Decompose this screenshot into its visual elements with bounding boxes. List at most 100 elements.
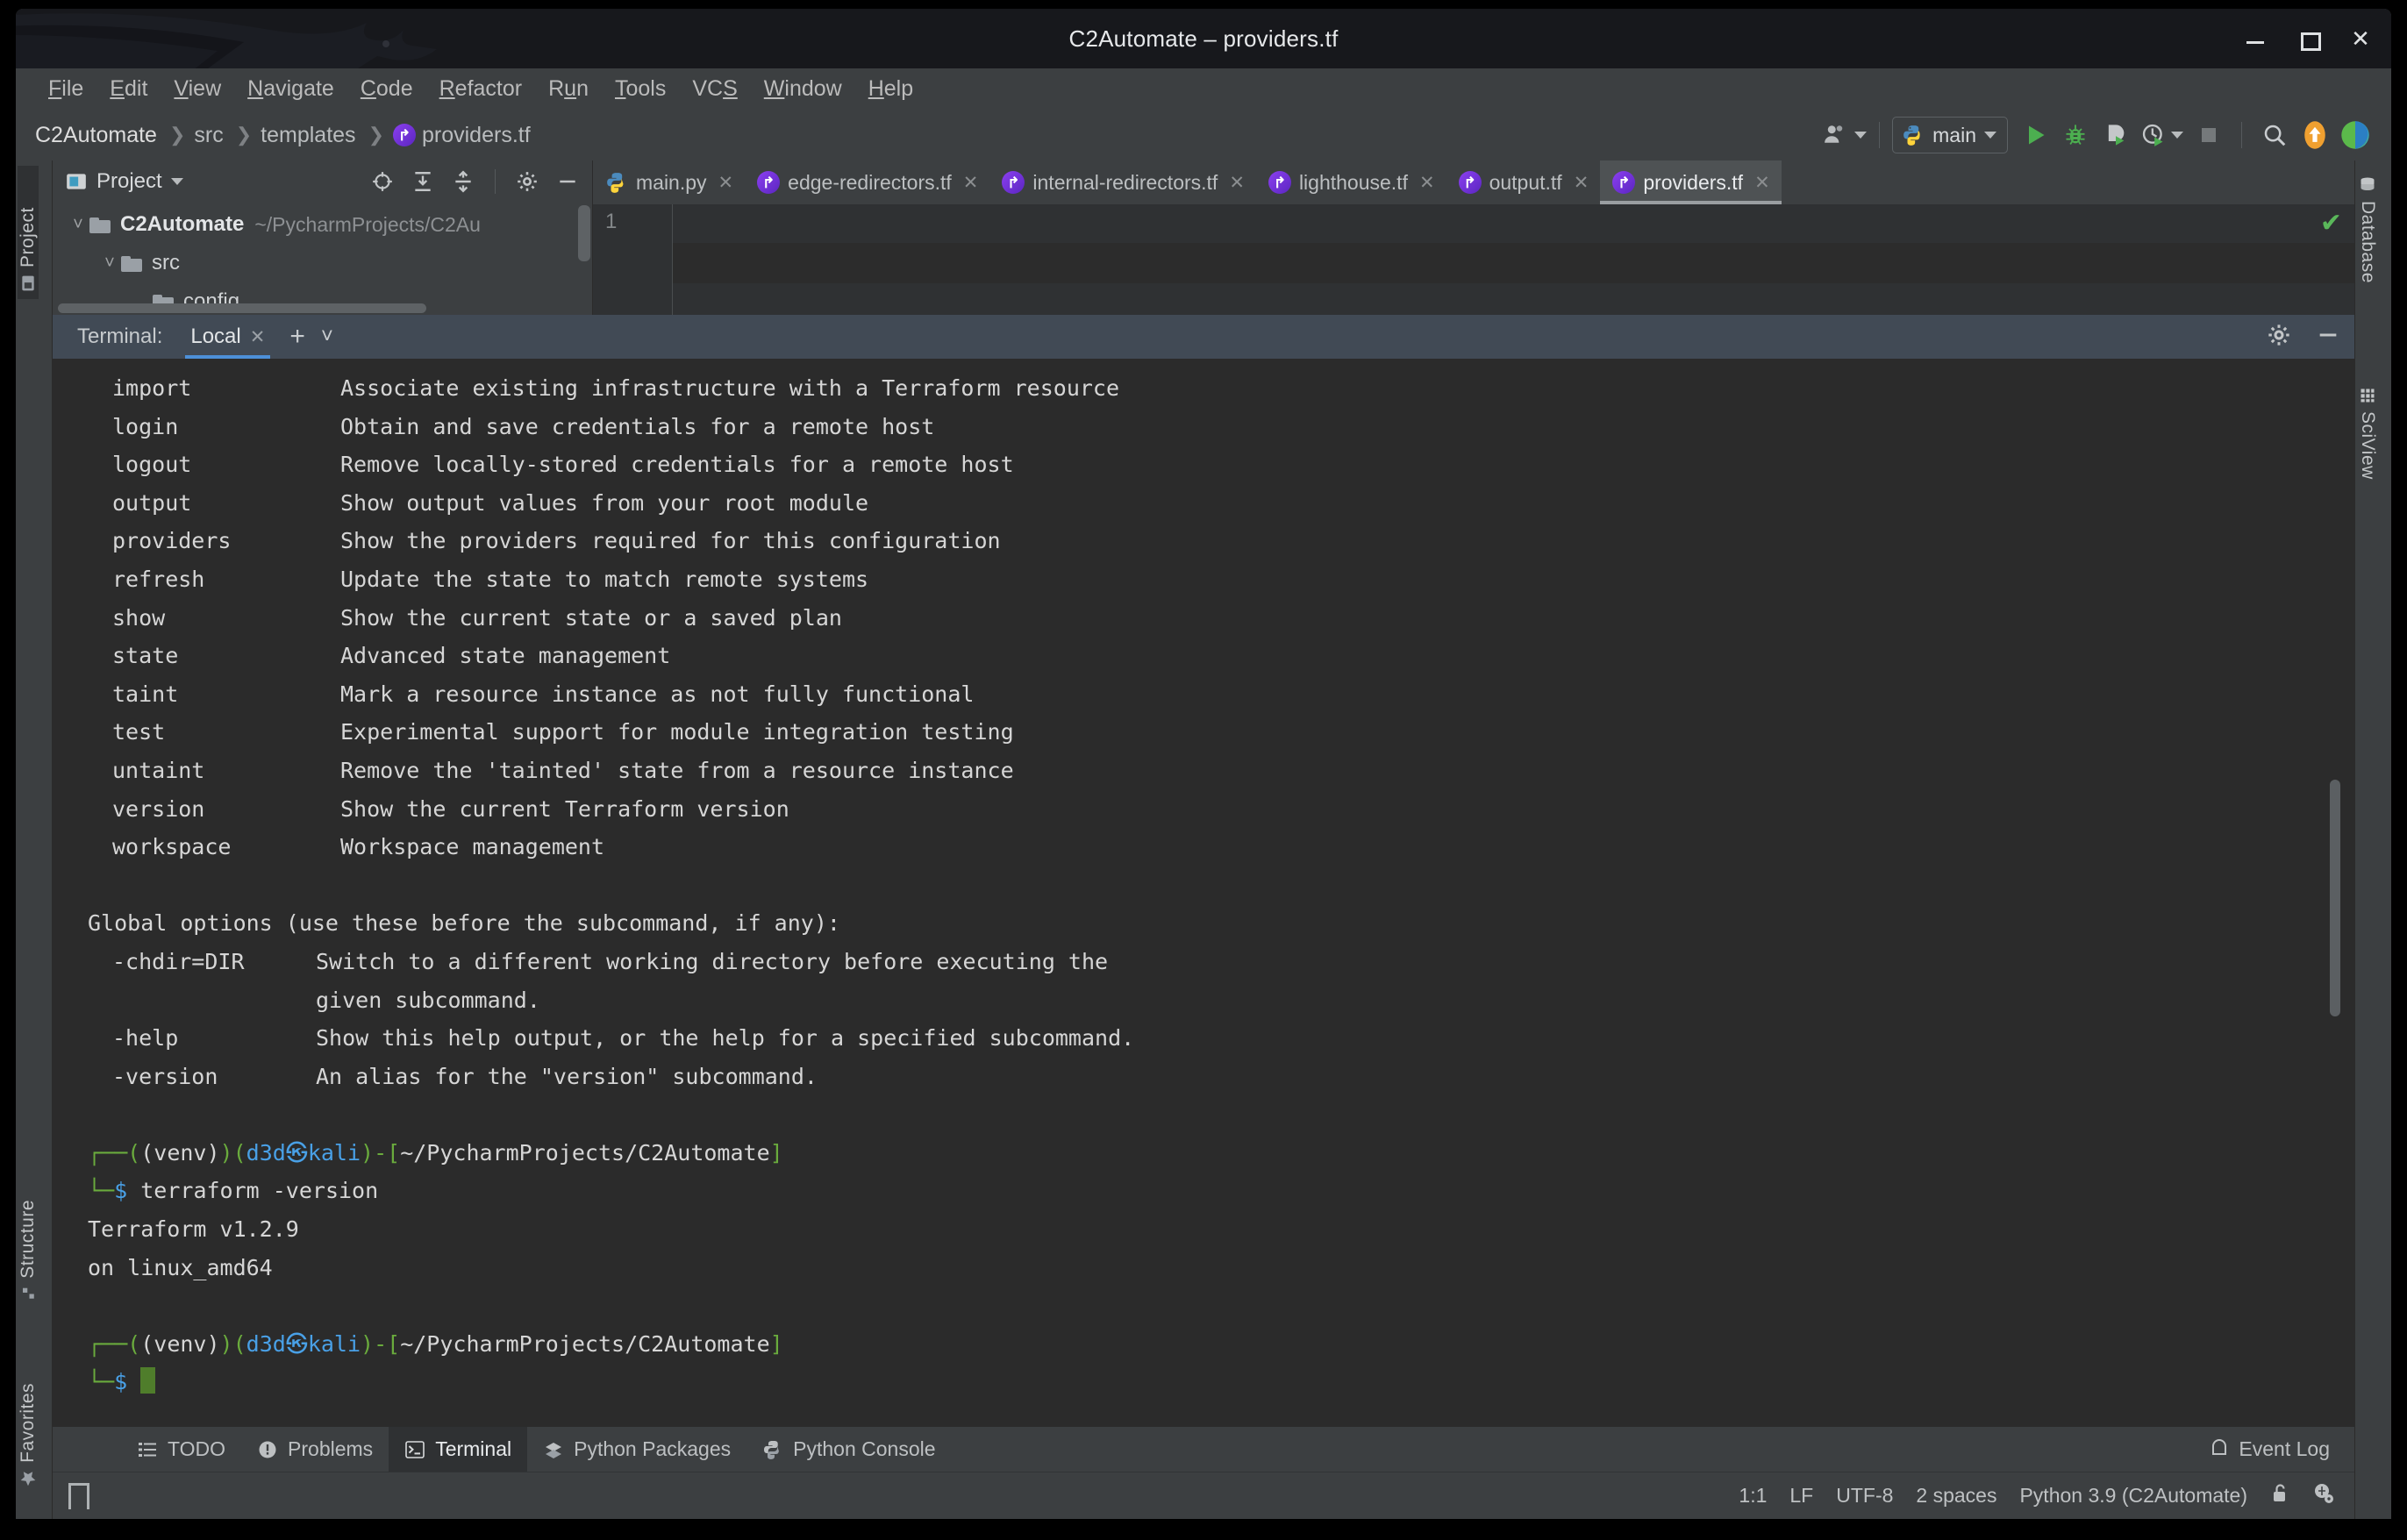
chevron-down-icon[interactable]: ˅ [321, 324, 333, 349]
tree-node-src[interactable]: ˅ src [53, 244, 592, 282]
menu-file[interactable]: File [35, 73, 96, 105]
bottom-tab-todo[interactable]: TODO [121, 1427, 241, 1472]
editor-tab-edge-redirectors[interactable]: ↱ edge-redirectors.tf ✕ [745, 160, 989, 204]
terminal-scrollbar[interactable] [2330, 780, 2340, 1016]
gear-icon[interactable] [2267, 323, 2291, 352]
close-icon[interactable]: ✕ [1754, 172, 1770, 194]
indent-setting[interactable]: 2 spaces [1916, 1484, 1996, 1508]
chevron-down-icon[interactable]: ˅ [67, 215, 89, 235]
file-encoding[interactable]: UTF-8 [1836, 1484, 1893, 1508]
terminal-command-name: workspace [112, 828, 340, 866]
sidebar-item-project[interactable]: Project [18, 166, 39, 299]
maximize-icon[interactable] [2296, 27, 2319, 50]
inspection-gear-icon[interactable] [2312, 1482, 2335, 1510]
sidebar-item-structure[interactable]: Structure [18, 1193, 39, 1308]
menu-help[interactable]: Help [855, 73, 926, 105]
prompt-cwd: ~/PycharmProjects/C2Automate [400, 1331, 769, 1357]
sidebar-item-favorites[interactable]: Favorites [18, 1376, 39, 1494]
editor-tab-lighthouse[interactable]: ↱ lighthouse.tf ✕ [1256, 160, 1446, 204]
prompt-cwd: ~/PycharmProjects/C2Automate [400, 1140, 769, 1166]
sidebar-item-sciview[interactable]: SciView [2357, 380, 2378, 487]
bottom-tab-python-console[interactable]: Python Console [746, 1427, 951, 1472]
close-icon[interactable]: ✕ [250, 326, 266, 348]
locate-icon[interactable] [367, 166, 398, 197]
menu-window[interactable]: Window [751, 73, 855, 105]
run-configuration-selector[interactable]: main [1892, 117, 2008, 153]
line-number: 1 [605, 210, 672, 234]
menu-code[interactable]: Code [347, 73, 426, 105]
menu-tools[interactable]: Tools [602, 73, 679, 105]
menu-edit[interactable]: Edit [96, 73, 161, 105]
prompt-sigil: $ [114, 1178, 127, 1203]
close-icon[interactable]: ✕ [1574, 172, 1589, 194]
workspace-body: Project Structure Favorites Project [16, 160, 2391, 1519]
breadcrumb-item-file[interactable]: providers.tf [422, 123, 534, 148]
expand-all-icon[interactable] [407, 166, 439, 197]
breadcrumb-separator: ❯ [161, 124, 194, 146]
bottom-tab-terminal[interactable]: Terminal [389, 1427, 527, 1472]
editor-tab-providers[interactable]: ↱ providers.tf ✕ [1600, 160, 1781, 204]
close-icon[interactable]: ✕ [1419, 172, 1435, 194]
terminal-command-desc: Associate existing infrastructure with a… [340, 375, 1119, 401]
settings-icon[interactable] [2335, 115, 2375, 155]
editor-tab-internal-redirectors[interactable]: ↱ internal-redirectors.tf ✕ [989, 160, 1256, 204]
minimize-icon[interactable] [2244, 27, 2267, 50]
inspection-status-icon[interactable]: ✔ [2320, 208, 2342, 239]
close-icon[interactable]: ✕ [2349, 27, 2372, 50]
editor-tab-output[interactable]: ↱ output.tf ✕ [1446, 160, 1601, 204]
plus-icon[interactable]: + [289, 322, 305, 352]
search-everywhere-icon[interactable] [2254, 115, 2295, 155]
main-toolbar: main [1822, 110, 2375, 160]
close-icon[interactable]: ✕ [718, 172, 734, 194]
terminal-tab-local[interactable]: Local ✕ [182, 315, 274, 359]
terminal-output[interactable]: importAssociate existing infrastructure … [53, 359, 2354, 1426]
gear-icon[interactable] [511, 166, 543, 197]
bookmark-icon[interactable] [68, 1483, 89, 1509]
minimize-icon[interactable] [2316, 323, 2340, 352]
tree-node-c2automate[interactable]: ˅ C2Automate ~/PycharmProjects/C2Au [53, 205, 592, 244]
sidebar-label-project: Project [18, 207, 39, 267]
bottom-tab-python-packages[interactable]: Python Packages [527, 1427, 746, 1472]
editor-text-area[interactable] [672, 204, 2354, 315]
menu-vcs[interactable]: VCS [679, 73, 750, 105]
collapse-all-icon[interactable] [447, 166, 479, 197]
debug-button[interactable] [2055, 115, 2096, 155]
python-file-icon [1902, 124, 1925, 146]
structure-icon [20, 1286, 36, 1301]
terminal-command-desc: Show the current Terraform version [340, 796, 789, 822]
profile-button[interactable] [2136, 115, 2189, 155]
terminal-option-desc-cont: given subcommand. [316, 987, 540, 1013]
bottom-tab-problems[interactable]: Problems [241, 1427, 389, 1472]
run-button[interactable] [2015, 115, 2055, 155]
editor-tab-main-py[interactable]: main.py ✕ [593, 160, 745, 204]
user-account-icon[interactable] [1822, 122, 1867, 148]
stop-button[interactable] [2189, 115, 2229, 155]
terminal-option-name: -chdir=DIR [112, 943, 316, 981]
event-log-button[interactable]: Event Log [2209, 1437, 2330, 1461]
menu-refactor[interactable]: Refactor [426, 73, 536, 105]
menu-run[interactable]: Run [535, 73, 602, 105]
run-with-coverage-button[interactable] [2096, 115, 2136, 155]
chevron-down-icon[interactable]: ˅ [98, 253, 121, 274]
editor-body[interactable]: 1 ✔ [593, 204, 2354, 315]
breadcrumb-item-templates[interactable]: templates [261, 123, 359, 148]
close-icon[interactable]: ✕ [1229, 172, 1245, 194]
status-bar-right: 1:1 LF UTF-8 2 spaces Python 3.9 (C2Auto… [1739, 1482, 2335, 1510]
project-tree-vertical-scrollbar[interactable] [578, 205, 590, 261]
close-icon[interactable]: ✕ [963, 172, 979, 194]
menu-navigate[interactable]: Navigate [234, 73, 347, 105]
terminal-command-desc: Mark a resource instance as not fully fu… [340, 681, 974, 707]
unlocked-icon[interactable] [2270, 1482, 2289, 1510]
run-config-label: main [1932, 124, 1976, 147]
python-interpreter[interactable]: Python 3.9 (C2Automate) [2019, 1484, 2247, 1508]
project-tree-horizontal-scrollbar[interactable] [58, 303, 426, 313]
line-separator[interactable]: LF [1789, 1484, 1813, 1508]
menu-view[interactable]: View [161, 73, 234, 105]
breadcrumb-item-src[interactable]: src [194, 123, 226, 148]
breadcrumb-item-project[interactable]: C2Automate [35, 123, 161, 148]
sidebar-item-database[interactable]: Database [2357, 169, 2378, 290]
update-project-icon[interactable] [2295, 115, 2335, 155]
hide-icon[interactable] [552, 166, 583, 197]
caret-position[interactable]: 1:1 [1739, 1484, 1767, 1508]
chevron-down-icon[interactable] [171, 178, 183, 185]
